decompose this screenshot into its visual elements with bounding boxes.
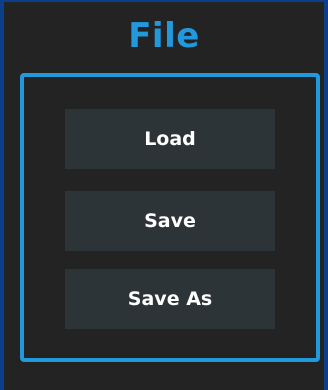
file-actions-group: Load Save Save As: [20, 73, 320, 362]
panel-title: File: [128, 16, 200, 56]
load-button[interactable]: Load: [65, 109, 275, 169]
file-panel-window: File Load Save Save As: [0, 0, 328, 390]
save-button[interactable]: Save: [65, 191, 275, 251]
save-as-button[interactable]: Save As: [65, 269, 275, 329]
